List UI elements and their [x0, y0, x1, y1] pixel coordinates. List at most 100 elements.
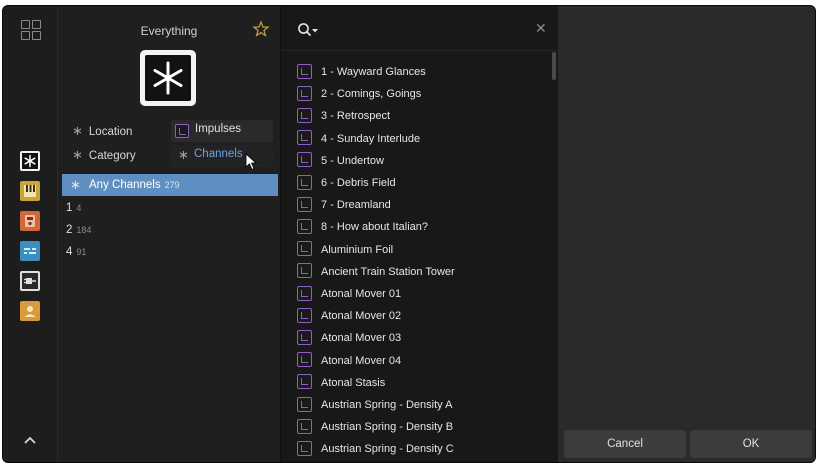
impulse-file-icon: [297, 263, 312, 279]
user-icon[interactable]: [20, 301, 40, 321]
impulse-file-icon: [297, 85, 312, 101]
impulse-file-icon: [297, 152, 312, 168]
list-item-label: 4 - Sunday Interlude: [321, 132, 421, 145]
category-label: Category: [88, 150, 136, 162]
cancel-button[interactable]: Cancel: [564, 430, 686, 458]
option-count: 184: [76, 225, 92, 235]
location-filter[interactable]: ∗ Location: [72, 121, 132, 141]
list-item-label: 3 - Retrospect: [321, 110, 391, 123]
list-item[interactable]: Atonal Mover 01: [297, 285, 402, 306]
list-item[interactable]: 2 - Comings, Goings: [297, 85, 422, 106]
list-item-label: Aluminium Foil: [321, 243, 394, 256]
list-item[interactable]: Atonal Stasis: [297, 374, 386, 395]
channel-option-1[interactable]: 14: [66, 202, 81, 214]
any-channels-option[interactable]: ∗ Any Channels 279: [62, 174, 278, 196]
star-icon[interactable]: [252, 20, 270, 38]
impulse-file-icon: [297, 174, 312, 190]
results-list: ✕ 1 - Wayward Glances 2 - Comings, Goings…: [280, 6, 558, 462]
list-item[interactable]: 7 - Dreamland: [297, 196, 391, 217]
list-item[interactable]: 8 - How about Italian?: [297, 218, 429, 239]
everything-asterisk-icon: [140, 50, 196, 106]
list-item[interactable]: 4 - Sunday Interlude: [297, 130, 421, 151]
location-label: Location: [88, 126, 133, 138]
impulse-file-icon: [297, 285, 312, 301]
search-icon[interactable]: [297, 22, 321, 38]
list-item[interactable]: 5 - Undertow: [297, 152, 384, 173]
list-item-label: 1 - Wayward Glances: [321, 66, 426, 78]
list-item[interactable]: Austrian Spring - Density B: [297, 418, 453, 439]
list-item-label: Atonal Mover 03: [321, 332, 402, 345]
list-item-label: Atonal Mover 01: [321, 288, 402, 300]
list-item[interactable]: Atonal Mover 03: [297, 329, 402, 350]
impulse-file-icon: [297, 307, 312, 323]
list-item-label: Atonal Mover 04: [321, 354, 402, 367]
category-rail: [3, 6, 58, 462]
impulse-file-icon: [297, 352, 312, 368]
list-item[interactable]: Atonal Mover 04: [297, 352, 402, 373]
search-bar[interactable]: ✕: [281, 6, 558, 51]
impulse-file-icon: [297, 196, 312, 212]
list-item[interactable]: Aluminium Foil: [297, 241, 394, 262]
list-item-label: Atonal Mover 02: [321, 310, 402, 323]
asterisk-icon[interactable]: [20, 151, 40, 171]
list-item[interactable]: 3 - Retrospect: [297, 107, 391, 128]
impulses-label: Impulses: [195, 123, 242, 135]
list-item[interactable]: Ancient Train Station Tower: [297, 263, 455, 284]
list-item-label: 2 - Comings, Goings: [321, 88, 422, 101]
list-item[interactable]: 1 - Wayward Glances: [297, 63, 426, 84]
impulse-file-icon: [297, 107, 312, 123]
filter-panel: Everything ∗ Location Impulses ∗ Categor…: [58, 6, 280, 462]
location-title[interactable]: Everything: [58, 24, 280, 38]
impulse-file-icon: [297, 241, 312, 257]
any-channels-label: Any Channels: [89, 179, 161, 191]
category-filter[interactable]: ∗ Category: [72, 145, 136, 165]
impulse-file-icon: [297, 218, 312, 234]
grid-icon[interactable]: [21, 20, 41, 40]
option-count: 91: [76, 247, 87, 257]
impulse-file-icon: [297, 130, 312, 146]
modulator-icon[interactable]: [20, 241, 40, 261]
asterisk-icon: ∗: [72, 147, 83, 162]
impulse-file-icon: [297, 418, 312, 434]
list-item[interactable]: Austrian Spring - Density C: [297, 440, 454, 461]
channels-label: Channels: [194, 148, 243, 160]
ok-button[interactable]: OK: [690, 430, 812, 458]
any-channels-count: 279: [164, 180, 180, 190]
list-item[interactable]: 6 - Debris Field: [297, 174, 396, 195]
list-item-label: 7 - Dreamland: [321, 199, 391, 212]
list-scrollbar[interactable]: [552, 52, 556, 80]
option-label: 2: [66, 224, 73, 236]
impulse-file-icon: [297, 440, 312, 456]
list-item[interactable]: Atonal Mover 02: [297, 307, 402, 328]
asterisk-icon: ∗: [70, 177, 81, 192]
asterisk-icon: ∗: [178, 147, 189, 162]
impulse-file-icon: [297, 63, 312, 79]
plugin-icon[interactable]: [20, 271, 40, 291]
option-label: 4: [66, 246, 73, 258]
asterisk-icon: ∗: [72, 123, 83, 138]
option-count: 4: [76, 203, 82, 213]
device-icon[interactable]: [20, 211, 40, 231]
impulses-filter[interactable]: Impulses: [171, 120, 273, 142]
impulse-file-icon: [297, 374, 312, 390]
option-label: 1: [66, 202, 73, 214]
list-item-label: 5 - Undertow: [321, 154, 384, 167]
impulse-file-icon: [297, 396, 312, 412]
list-item-label: Ancient Train Station Tower: [321, 265, 455, 278]
list-item[interactable]: Austrian Spring - Density A: [297, 396, 453, 417]
list-item-label: 8 - How about Italian?: [321, 221, 429, 234]
cursor-icon: [245, 153, 258, 171]
browser-dialog: Everything ∗ Location Impulses ∗ Categor…: [2, 5, 816, 463]
channel-option-4[interactable]: 4 91: [66, 246, 86, 258]
chevron-up-icon[interactable]: [20, 430, 40, 450]
list-item-label: Austrian Spring - Density A: [321, 399, 453, 411]
list-item-label: 6 - Debris Field: [321, 177, 396, 189]
preview-panel: Cancel OK: [558, 6, 815, 462]
close-icon[interactable]: ✕: [535, 20, 547, 37]
impulse-file-icon: [175, 124, 189, 138]
piano-icon[interactable]: [20, 181, 40, 201]
channels-filter[interactable]: ∗ Channels: [171, 145, 273, 171]
impulse-file-icon: [297, 329, 312, 345]
list-item-label: Atonal Stasis: [321, 376, 386, 389]
channel-option-2[interactable]: 2 184: [66, 224, 91, 236]
